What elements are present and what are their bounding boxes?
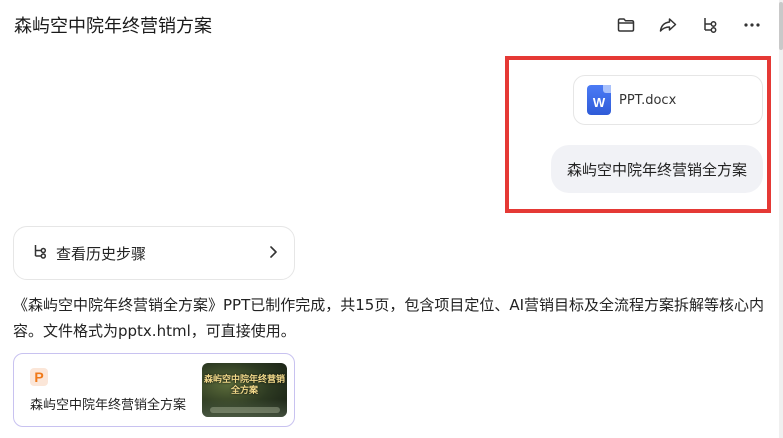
branch-icon[interactable] xyxy=(699,14,721,36)
attachment-card[interactable]: W PPT.docx xyxy=(573,75,763,125)
ppt-title: 森屿空中院年终营销全方案 xyxy=(30,398,187,413)
word-doc-icon: W xyxy=(587,85,611,115)
conversation-title: 森屿空中院年终营销方案 xyxy=(14,16,212,37)
user-message-bubble: 森屿空中院年终营销全方案 xyxy=(550,145,763,193)
assistant-reply-text: 《森屿空中院年终营销全方案》PPT已制作完成，共15页，包含项目定位、AI营销目… xyxy=(13,296,765,340)
share-icon[interactable] xyxy=(657,14,679,36)
scrollbar-thumb[interactable] xyxy=(779,2,783,50)
ppt-file-card[interactable]: P 森屿空中院年终营销全方案 森屿空中院年终营销全方案 xyxy=(13,353,295,427)
header-actions xyxy=(615,14,763,36)
folder-icon[interactable] xyxy=(615,14,637,36)
history-branch-icon xyxy=(32,243,48,263)
view-history-button[interactable]: 查看历史步骤 xyxy=(13,226,295,280)
history-label: 查看历史步骤 xyxy=(56,244,147,263)
ppt-thumbnail-title: 森屿空中院年终营销全方案 xyxy=(203,375,285,396)
attachment-filename: PPT.docx xyxy=(619,92,677,108)
ppt-thumbnail: 森屿空中院年终营销全方案 xyxy=(202,363,287,417)
more-icon[interactable] xyxy=(741,14,763,36)
ppt-icon: P xyxy=(30,368,48,386)
scrollbar-track[interactable] xyxy=(779,0,783,438)
chevron-right-icon xyxy=(268,244,278,263)
thumbnail-fog xyxy=(210,407,280,413)
word-icon-letter: W xyxy=(592,94,606,110)
